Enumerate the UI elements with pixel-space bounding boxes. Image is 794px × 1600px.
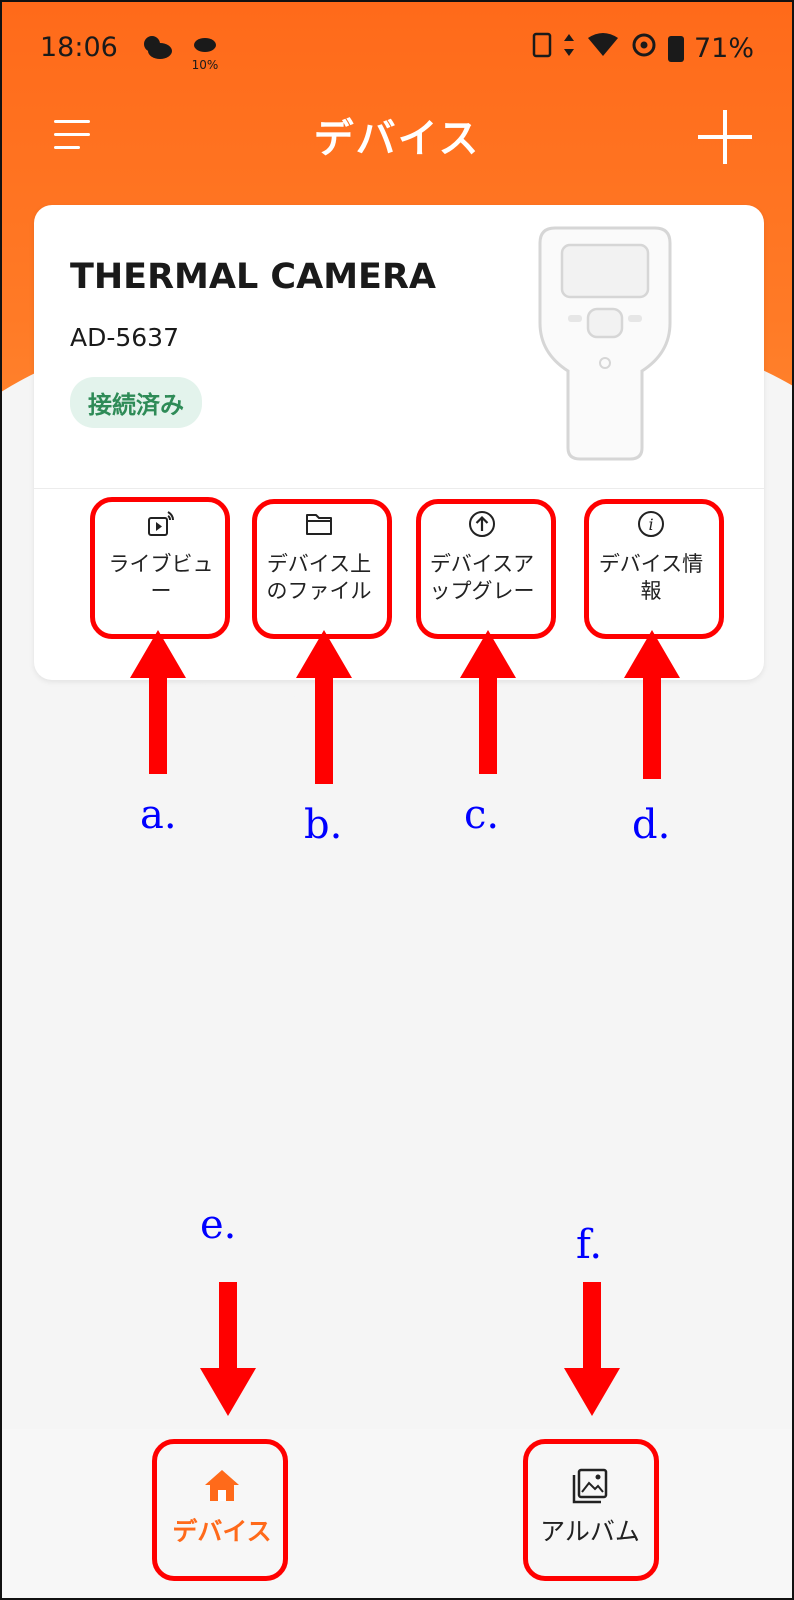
nav-label-album: アルバム [540, 1517, 640, 1546]
action-label: ップグレー [429, 579, 535, 603]
data-arrows-icon [562, 32, 576, 65]
battery-icon [667, 35, 684, 62]
battery-level: 71% [693, 33, 754, 64]
svg-text:i: i [648, 515, 653, 534]
annotation-c: c. [464, 792, 500, 838]
status-bar: 18:06 10% 71% [2, 2, 792, 84]
weather-icon [140, 34, 174, 67]
live-view-icon [148, 511, 174, 536]
device-name: THERMAL CAMERA [70, 257, 436, 297]
action-label: ライブビュ [108, 552, 214, 576]
card-divider [34, 488, 764, 489]
app-screen: 18:06 10% 71% デバイス THERMAL CAMERA AD-563… [0, 0, 794, 1600]
action-label: デバイス上 [266, 552, 372, 576]
wifi-icon [586, 32, 620, 65]
live-view-button[interactable]: ライブビュ ー [95, 501, 227, 633]
device-model: AD-5637 [70, 323, 179, 352]
nav-item-devices[interactable]: デバイス [157, 1444, 287, 1584]
status-time: 18:06 [40, 32, 118, 63]
annotation-d: d. [632, 802, 671, 848]
add-device-button[interactable] [698, 110, 752, 164]
action-label: ー [150, 579, 172, 603]
album-icon [572, 1468, 608, 1504]
device-info-button[interactable]: i デバイス情 報 [585, 501, 717, 633]
hotspot-icon [630, 32, 658, 65]
thermal-camera-image [538, 226, 672, 461]
page-title: デバイス [313, 116, 481, 162]
action-label: デバイス情 [598, 552, 704, 576]
rain-label: 10% [191, 58, 219, 72]
action-label: 報 [640, 579, 662, 603]
sim-icon [532, 32, 552, 65]
app-bar: デバイス [2, 92, 792, 182]
annotation-b: b. [304, 802, 343, 848]
device-upgrade-button[interactable]: デバイスア ップグレー [416, 501, 548, 633]
home-icon [205, 1470, 239, 1501]
action-label: デバイスア [429, 552, 535, 576]
folder-icon [306, 514, 332, 535]
nav-item-album[interactable]: アルバム [525, 1444, 655, 1584]
annotation-a: a. [140, 792, 177, 838]
info-icon: i [638, 511, 664, 537]
action-label: のファイル [266, 579, 372, 603]
annotation-f: f. [576, 1222, 603, 1268]
connection-status-badge: 接続済み [70, 377, 202, 428]
rain-icon: 10% [188, 28, 222, 71]
upgrade-icon [469, 511, 495, 537]
bottom-nav: デバイス アルバム [2, 1429, 792, 1598]
nav-label-devices: デバイス [172, 1517, 272, 1546]
device-files-button[interactable]: デバイス上 のファイル [253, 501, 385, 633]
annotation-e: e. [200, 1202, 237, 1248]
